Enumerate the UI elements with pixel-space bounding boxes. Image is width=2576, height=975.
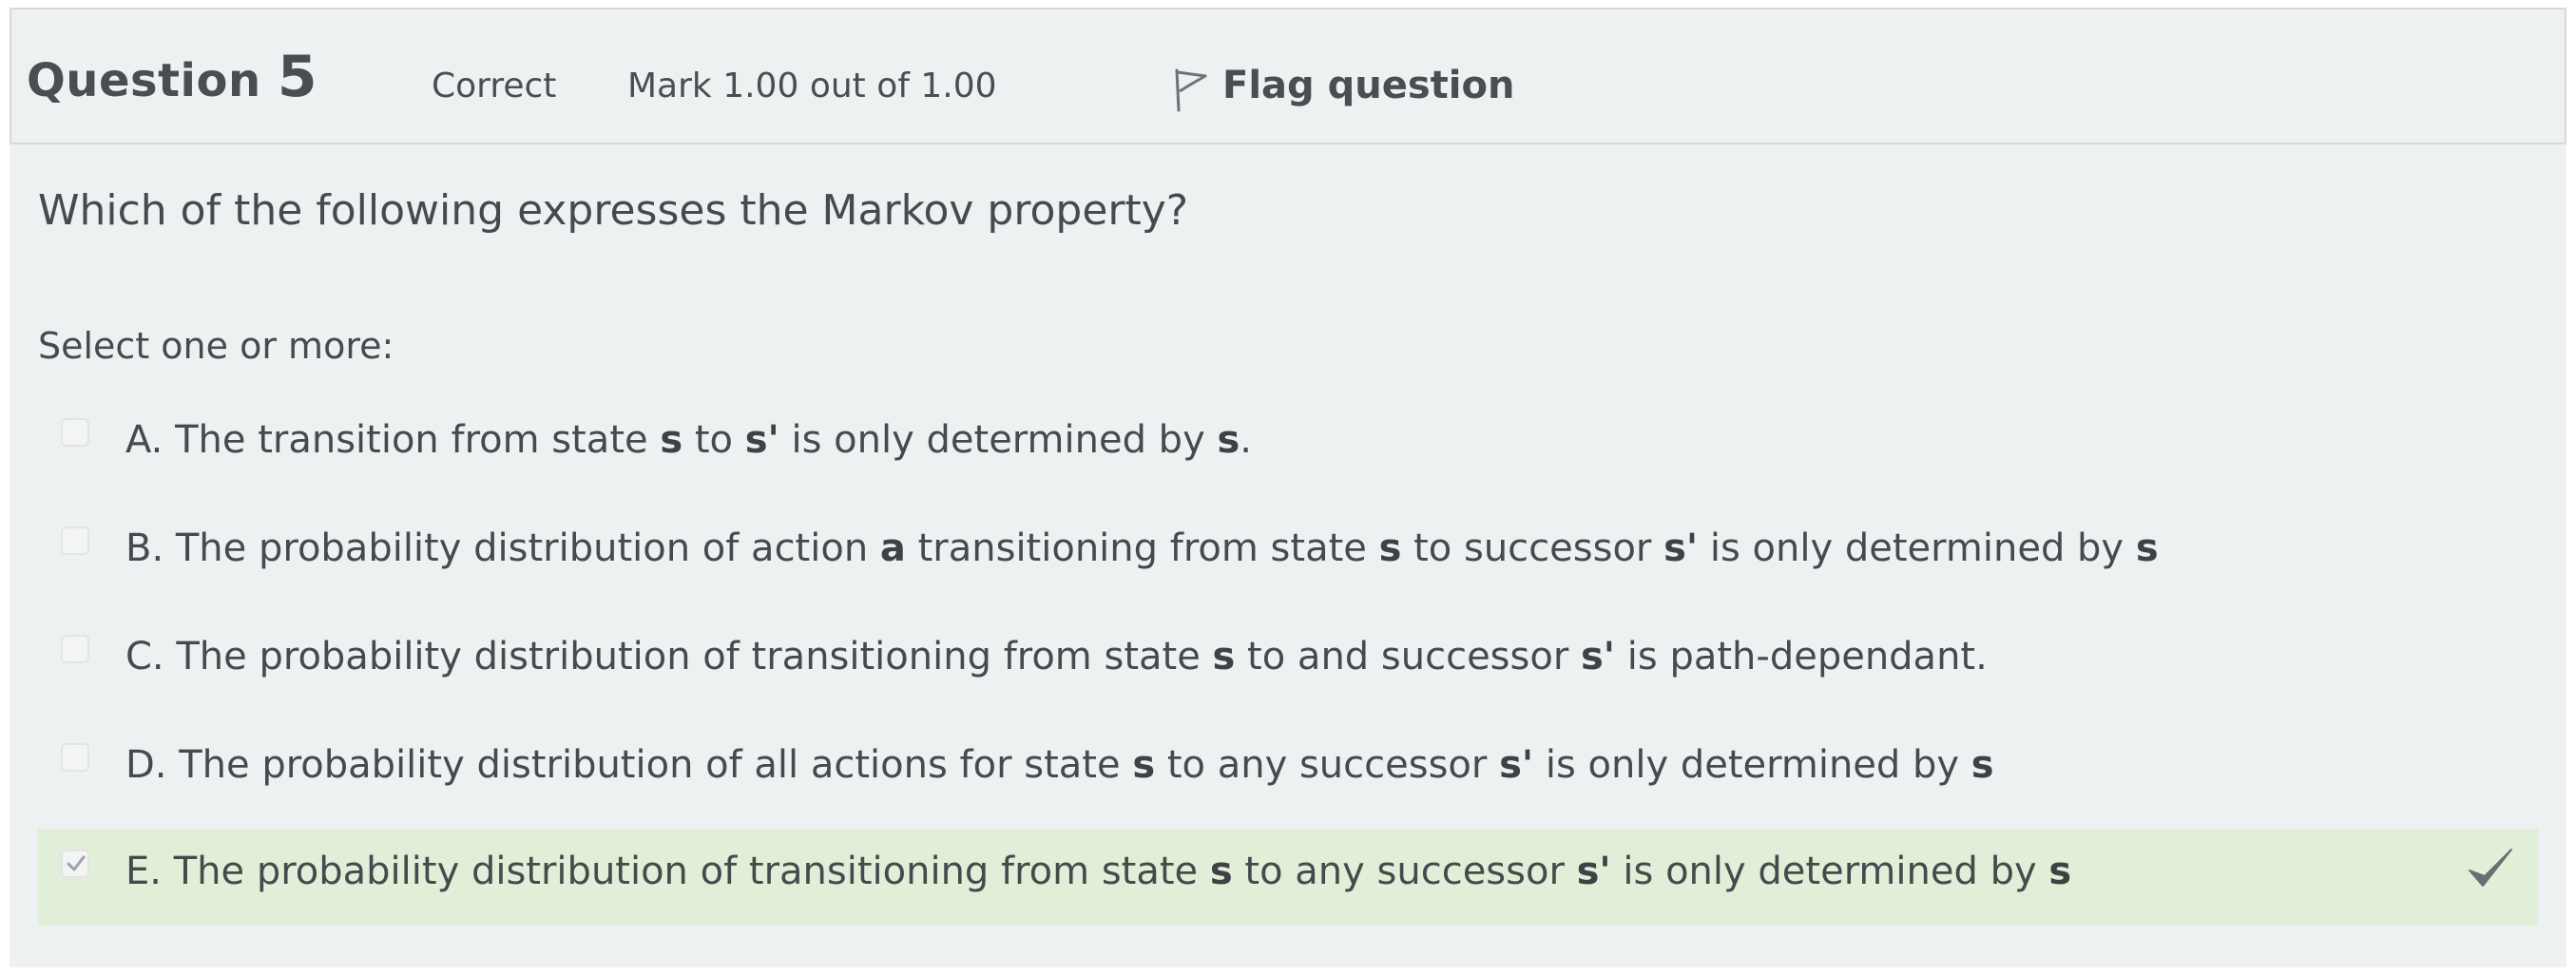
question-number-value: 5 xyxy=(277,44,318,110)
question-number: Question 5 xyxy=(27,44,317,110)
flag-outline-icon xyxy=(1175,68,1207,112)
flag-question-label: Flag question xyxy=(1222,64,1515,107)
answer-option-b[interactable]: B. The probability distribution of actio… xyxy=(38,506,2538,602)
question-grade: Mark 1.00 out of 1.00 xyxy=(627,67,997,105)
question-panel: Question 5 Correct Mark 1.00 out of 1.00… xyxy=(10,8,2566,967)
option-e-text: E. The probability distribution of trans… xyxy=(125,850,2072,893)
option-a-text: A. The transition from state s to s' is … xyxy=(125,418,1252,462)
checkbox-check-icon xyxy=(67,855,86,871)
checkbox-d[interactable] xyxy=(61,743,89,772)
checkmark-icon xyxy=(2469,849,2512,887)
question-label: Question xyxy=(27,54,261,107)
checkbox-a[interactable] xyxy=(61,418,89,447)
answer-option-a[interactable]: A. The transition from state s to s' is … xyxy=(38,397,2538,494)
question-state: Correct xyxy=(432,67,557,105)
answer-prompt: Select one or more: xyxy=(38,325,394,367)
option-c-text: C. The probability distribution of trans… xyxy=(125,635,1988,679)
option-b-text: B. The probability distribution of actio… xyxy=(125,526,2159,570)
answer-option-d[interactable]: D. The probability distribution of all a… xyxy=(38,722,2538,819)
question-info-bar: Question 5 Correct Mark 1.00 out of 1.00… xyxy=(10,8,2566,144)
question-text: Which of the following expresses the Mar… xyxy=(38,186,1189,235)
answer-option-e[interactable]: E. The probability distribution of trans… xyxy=(38,829,2538,926)
checkbox-b[interactable] xyxy=(61,526,89,555)
checkbox-c[interactable] xyxy=(61,635,89,663)
checkbox-e-checked[interactable] xyxy=(61,850,89,878)
answer-option-c[interactable]: C. The probability distribution of trans… xyxy=(38,614,2538,711)
option-d-text: D. The probability distribution of all a… xyxy=(125,743,1994,787)
flag-question-button[interactable]: Flag question xyxy=(1173,59,1514,125)
